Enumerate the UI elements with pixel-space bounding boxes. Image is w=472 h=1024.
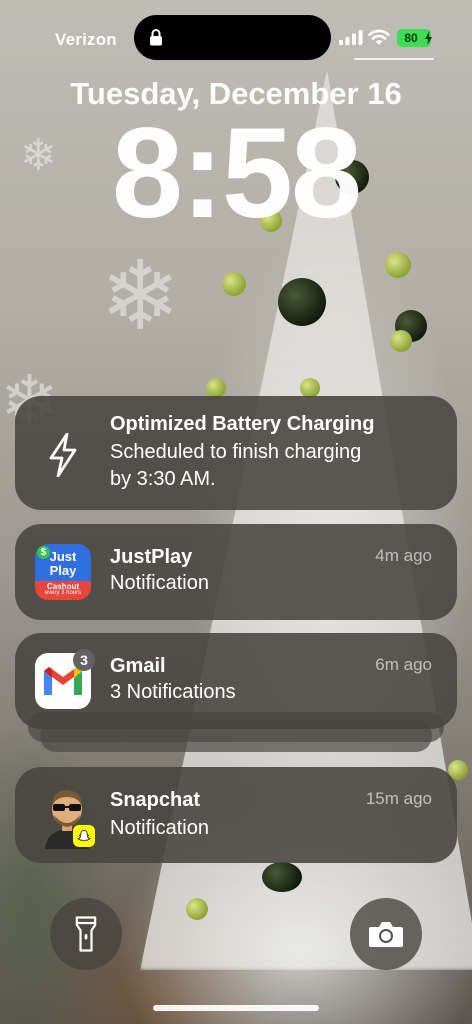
- lock-screen-clock: 8:58: [111, 102, 362, 245]
- lightning-bolt-icon: [49, 433, 77, 477]
- notification-body: Notification: [110, 817, 209, 839]
- snapchat-ghost-icon: [73, 825, 95, 847]
- notification-timestamp: 4m ago: [375, 546, 432, 565]
- notification-justplay[interactable]: $ Just Play Cashout every 3 hours JustPl…: [15, 524, 457, 620]
- ornament-image: [206, 378, 226, 398]
- carrier-label: Verizon: [55, 30, 117, 49]
- lock-icon: [150, 29, 162, 46]
- notification-battery-charging[interactable]: Optimized Battery Charging Scheduled to …: [15, 396, 457, 510]
- wifi-icon: [368, 29, 390, 45]
- notification-title: JustPlay: [110, 546, 193, 568]
- notification-title: Optimized Battery Charging: [110, 413, 375, 435]
- notification-gmail[interactable]: 3 Gmail 3 Notifications 6m ago: [15, 633, 457, 729]
- notification-body-line1: Scheduled to finish charging: [110, 441, 362, 463]
- notification-body: 3 Notifications: [110, 681, 236, 703]
- ornament-image: [300, 378, 320, 398]
- notification-body-line2: by 3:30 AM.: [110, 468, 216, 490]
- flashlight-icon: [75, 916, 97, 952]
- charging-bolt-icon: [425, 31, 432, 45]
- notification-snapchat[interactable]: Snapchat Notification 15m ago: [15, 767, 457, 863]
- notification-body: Notification: [110, 572, 209, 594]
- camera-button[interactable]: [350, 898, 422, 970]
- notification-timestamp: 6m ago: [375, 655, 432, 674]
- camera-icon: [369, 922, 403, 947]
- ornament-image: [222, 272, 246, 296]
- battery-percentage: 80: [404, 31, 418, 45]
- justplay-cashout-subtext: every 3 hours: [44, 590, 82, 596]
- ornament-image: [262, 862, 302, 892]
- notification-timestamp: 15m ago: [365, 789, 432, 808]
- dynamic-island: [134, 15, 331, 60]
- ornament-image: [278, 278, 326, 326]
- notification-title: Gmail: [110, 655, 166, 677]
- justplay-app-icon: $ Just Play Cashout every 3 hours: [35, 544, 91, 600]
- snowflake-ornament-image: ❄: [100, 240, 181, 352]
- cellular-signal-icon: [339, 30, 363, 45]
- flashlight-button[interactable]: [50, 898, 122, 970]
- ornament-image: [385, 252, 411, 278]
- justplay-logo-text: Just Play: [49, 549, 77, 578]
- ornament-image: [390, 330, 412, 352]
- notification-count-badge: 3: [73, 649, 95, 671]
- ornament-image: [186, 898, 208, 920]
- status-underline: [354, 58, 434, 60]
- snapchat-bitmoji-icon: [37, 779, 97, 849]
- status-bar: Verizon 80: [0, 0, 472, 70]
- home-indicator[interactable]: [153, 1005, 319, 1011]
- notification-title: Snapchat: [110, 789, 201, 811]
